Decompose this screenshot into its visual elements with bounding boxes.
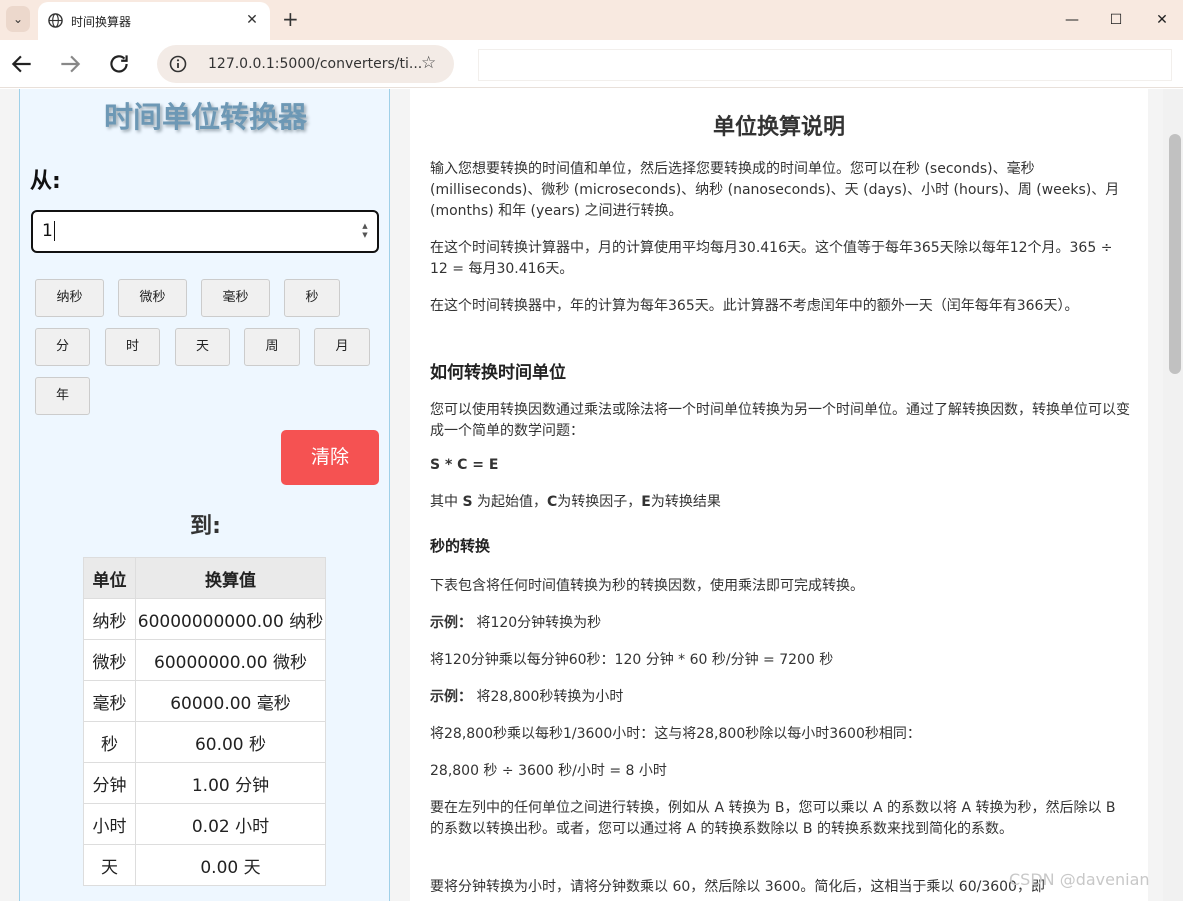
article-title: 单位换算说明 [712, 115, 845, 140]
table-row: 小时 0.02 小时 [83, 803, 326, 845]
legend-e: E [641, 494, 651, 510]
from-label: 从: [30, 169, 61, 194]
tab-title: 时间换算器 [71, 15, 132, 29]
address-bar[interactable]: 127.0.0.1:5000/converters/ti... ☆ [157, 45, 454, 83]
table-row: 秒 60.00 秒 [83, 721, 326, 763]
factor-paragraph: 您可以使用转换因数通过乘法或除法将一个时间单位转换为另一个时间单位。通过了解转换… [430, 402, 1130, 439]
result-table: 单位 换算值 纳秒 60000000000.00 纳秒 微秒 60000000.00… [83, 557, 326, 886]
explanation-article: 单位换算说明 输入您想要转换的时间值和单位，然后选择您要转换成的时间单位。您可以… [410, 89, 1148, 901]
unit-button-us[interactable]: 微秒 [118, 279, 187, 317]
unit-cell: 小时 [83, 803, 136, 845]
unit-cell: 微秒 [83, 639, 136, 681]
column-header-unit: 单位 [83, 557, 136, 599]
browser-titlebar: ⌄ 时间换算器 ✕ + — ☐ ✕ [0, 0, 1183, 40]
unit-cell: 分钟 [83, 762, 136, 804]
seconds-heading: 秒的转换 [430, 537, 491, 555]
example-1: 示例： 将120分钟转换为秒 [430, 613, 1132, 634]
intro-paragraph: 输入您想要转换的时间值和单位，然后选择您要转换成的时间单位。您可以在秒 (sec… [430, 161, 1120, 219]
spinner-icon[interactable]: ▲ ▼ [360, 222, 370, 240]
table-row: 分钟 1.00 分钟 [83, 762, 326, 804]
table-row: 微秒 60000000.00 微秒 [83, 639, 326, 681]
value-cell: 60.00 秒 [135, 721, 326, 763]
star-icon[interactable]: ☆ [421, 53, 436, 73]
unit-button-min[interactable]: 分 [35, 328, 90, 366]
column-header-value: 换算值 [135, 557, 326, 599]
window-close-icon[interactable]: ✕ [1150, 8, 1174, 32]
formula-legend: 其中 S 为起始值，C为转换因子，E为转换结果 [430, 492, 1132, 513]
unit-button-ns[interactable]: 纳秒 [35, 279, 104, 317]
unit-cell: 秒 [83, 721, 136, 763]
conversion-paragraph: 要在左列中的任何单位之间进行转换，例如从 A 转换为 B，您可以乘以 A 的系数… [430, 800, 1116, 837]
month-paragraph: 在这个时间转换计算器中，月的计算使用平均每月30.416天。这个值等于每年365… [430, 240, 1113, 277]
example-text: 将28,800秒转换为小时 [472, 689, 624, 705]
browser-tab[interactable]: 时间换算器 ✕ [38, 2, 270, 40]
example-label: 示例： [430, 689, 472, 705]
site-info-icon[interactable] [169, 55, 187, 73]
table-row: 天 0.00 天 [83, 844, 326, 886]
example-1-calc: 将120分钟乘以每分钟60秒：120 分钟 * 60 秒/分钟 = 7200 秒 [430, 652, 834, 668]
tab-search-icon[interactable]: ⌄ [6, 6, 30, 32]
plus-icon[interactable]: + [282, 9, 299, 29]
unit-cell: 纳秒 [83, 598, 136, 640]
table-row: 毫秒 60000.00 毫秒 [83, 680, 326, 722]
converter-card: 时间单位转换器 从: 1 ▲ ▼ 纳秒 微秒 毫秒 秒 分 时 天 周 月 年 清… [19, 89, 390, 901]
scrollbar-thumb[interactable] [1169, 134, 1181, 374]
example-text: 将120分钟转换为秒 [472, 615, 602, 631]
legend-text: 为转换因子， [557, 494, 642, 510]
table-header-row: 单位 换算值 [83, 557, 326, 599]
example-2-calc: 将28,800秒乘以每秒1/3600小时：这与将28,800秒除以每小时3600… [430, 726, 921, 742]
url-text: 127.0.0.1:5000/converters/ti... [208, 56, 423, 72]
forward-icon[interactable] [57, 51, 83, 77]
example-2: 示例： 将28,800秒转换为小时 [430, 687, 1132, 708]
how-to-heading: 如何转换时间单位 [430, 363, 566, 383]
value-cell: 60000000000.00 纳秒 [135, 598, 326, 640]
input-value: 1 [42, 221, 53, 241]
legend-s: S [462, 494, 473, 510]
extension-field [478, 49, 1172, 81]
clear-button[interactable]: 清除 [281, 430, 379, 485]
minimize-icon[interactable]: — [1060, 8, 1084, 32]
legend-text: 为起始值， [472, 494, 547, 510]
unit-cell: 毫秒 [83, 680, 136, 722]
unit-button-day[interactable]: 天 [175, 328, 230, 366]
example-2-result: 28,800 秒 ÷ 3600 秒/小时 = 8 小时 [430, 763, 667, 779]
globe-icon [48, 13, 63, 28]
back-icon[interactable] [9, 51, 35, 77]
legend-c: C [547, 494, 558, 510]
unit-button-ms[interactable]: 毫秒 [201, 279, 270, 317]
formula: S * C = E [430, 457, 499, 473]
converter-title: 时间单位转换器 [103, 100, 307, 134]
value-input[interactable]: 1 ▲ ▼ [31, 210, 379, 253]
value-cell: 60000000.00 微秒 [135, 639, 326, 681]
seconds-paragraph: 下表包含将任何时间值转换为秒的转换因数，使用乘法即可完成转换。 [430, 578, 864, 594]
unit-button-hour[interactable]: 时 [105, 328, 160, 366]
to-label: 到: [190, 514, 221, 539]
page-viewport: 时间单位转换器 从: 1 ▲ ▼ 纳秒 微秒 毫秒 秒 分 时 天 周 月 年 清… [0, 89, 1183, 901]
unit-button-month[interactable]: 月 [314, 328, 370, 366]
table-row: 纳秒 60000000000.00 纳秒 [83, 598, 326, 640]
year-paragraph: 在这个时间转换器中，年的计算为每年365天。此计算器不考虑闰年中的额外一天（闰年… [430, 298, 1079, 314]
unit-cell: 天 [83, 844, 136, 886]
value-cell: 0.00 天 [135, 844, 326, 886]
example-label: 示例： [430, 615, 472, 631]
legend-text: 为转换结果 [650, 494, 721, 510]
legend-text: 其中 [430, 494, 463, 510]
reload-icon[interactable] [106, 51, 132, 77]
watermark: CSDN @davenian [1009, 870, 1150, 889]
unit-button-week[interactable]: 周 [244, 328, 300, 366]
unit-button-year[interactable]: 年 [35, 377, 90, 415]
close-icon[interactable]: ✕ [243, 11, 261, 29]
value-cell: 60000.00 毫秒 [135, 680, 326, 722]
maximize-icon[interactable]: ☐ [1104, 8, 1128, 32]
value-cell: 0.02 小时 [135, 803, 326, 845]
value-cell: 1.00 分钟 [135, 762, 326, 804]
browser-toolbar: 127.0.0.1:5000/converters/ti... ☆ [0, 40, 1183, 88]
unit-button-s[interactable]: 秒 [284, 279, 340, 317]
